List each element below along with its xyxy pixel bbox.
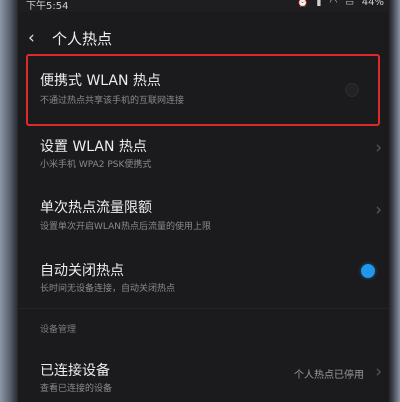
setting-configure-wlan-hotspot[interactable]: 设置 WLAN 热点 小米手机 WPA2 PSK便携式 › [18, 126, 388, 182]
setting-subtitle: 查看已连接的设备 [40, 384, 113, 394]
highlight-box [26, 54, 380, 126]
page-title: 个人热点 [52, 30, 113, 48]
device-bezel-left [0, 0, 18, 402]
auto-close-toggle[interactable] [361, 264, 375, 278]
chevron-right-icon: › [375, 200, 382, 220]
chevron-right-icon: › [375, 138, 382, 158]
status-time: 下午5:54 [26, 1, 69, 12]
setting-subtitle: 长时间无设备连接，自动关闭热点 [40, 284, 176, 294]
signal-icon: ▮ [316, 0, 322, 8]
chevron-right-icon: › [375, 362, 382, 382]
setting-hotspot-data-limit[interactable]: 单次热点流量限额 设置单次开启WLAN热点后流量的使用上限 › [18, 188, 388, 244]
setting-subtitle: 设置单次开启WLAN热点后流量的使用上限 [40, 222, 212, 232]
chevron-left-icon[interactable]: ‹ [28, 30, 35, 47]
setting-connected-devices[interactable]: 已连接设备 查看已连接的设备 个人热点已停用 › [18, 350, 388, 402]
setting-auto-close-hotspot[interactable]: 自动关闭热点 长时间无设备连接，自动关闭热点 [18, 252, 388, 306]
battery-percent: 44% [361, 0, 384, 8]
hotspot-status-value: 个人热点已停用 [294, 370, 364, 381]
setting-title: 单次热点流量限额 [40, 200, 152, 216]
device-bezel-right [388, 0, 400, 402]
battery-icon: ▭ [345, 0, 354, 8]
section-divider [18, 308, 388, 309]
status-bar: 下午5:54 ⏰ ▮ ◠ ▭ 44% [18, 0, 388, 12]
status-icons: ⏰ ▮ ◠ ▭ 44% [297, 0, 384, 8]
wifi-icon: ◠ [329, 0, 338, 8]
section-header-device-management: 设备管理 [40, 325, 77, 335]
setting-subtitle: 小米手机 WPA2 PSK便携式 [40, 160, 152, 170]
alarm-icon: ⏰ [297, 0, 309, 8]
setting-title: 已连接设备 [40, 363, 110, 379]
setting-title: 设置 WLAN 热点 [40, 139, 147, 155]
header: ‹ 个人热点 [18, 24, 388, 54]
setting-title: 自动关闭热点 [40, 263, 124, 279]
